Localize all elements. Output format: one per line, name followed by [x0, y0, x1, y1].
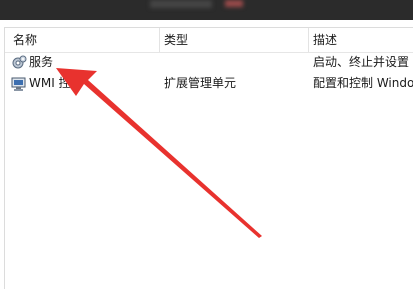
services-type	[164, 53, 304, 72]
list-header: 名称 类型 描述	[5, 28, 413, 53]
wmi-type: 扩展管理单元	[164, 76, 237, 90]
column-header-name[interactable]: 名称	[9, 28, 159, 52]
services-gear-icon	[12, 55, 27, 69]
wmi-control-icon	[11, 77, 26, 91]
blurred-badge	[225, 0, 243, 7]
blurred-title	[150, 0, 212, 8]
window-title-bar	[0, 0, 413, 20]
wmi-description: 配置和控制 Windo	[313, 76, 413, 90]
list-item-wmi-control[interactable]: WMI 控件 扩展管理单元 配置和控制 Windo	[5, 74, 413, 93]
services-description: 启动、终止并设置	[313, 55, 410, 69]
snapin-list-view: 名称 类型 描述 服务 启动、终止并设置 WMI 控件 扩展管理单元 配置和控制…	[4, 27, 413, 289]
list-item-services[interactable]: 服务 启动、终止并设置	[5, 53, 413, 72]
column-header-type[interactable]: 类型	[160, 28, 308, 52]
wmi-name: WMI 控件	[29, 76, 83, 90]
column-header-description[interactable]: 描述	[309, 28, 413, 52]
services-name: 服务	[29, 55, 54, 69]
